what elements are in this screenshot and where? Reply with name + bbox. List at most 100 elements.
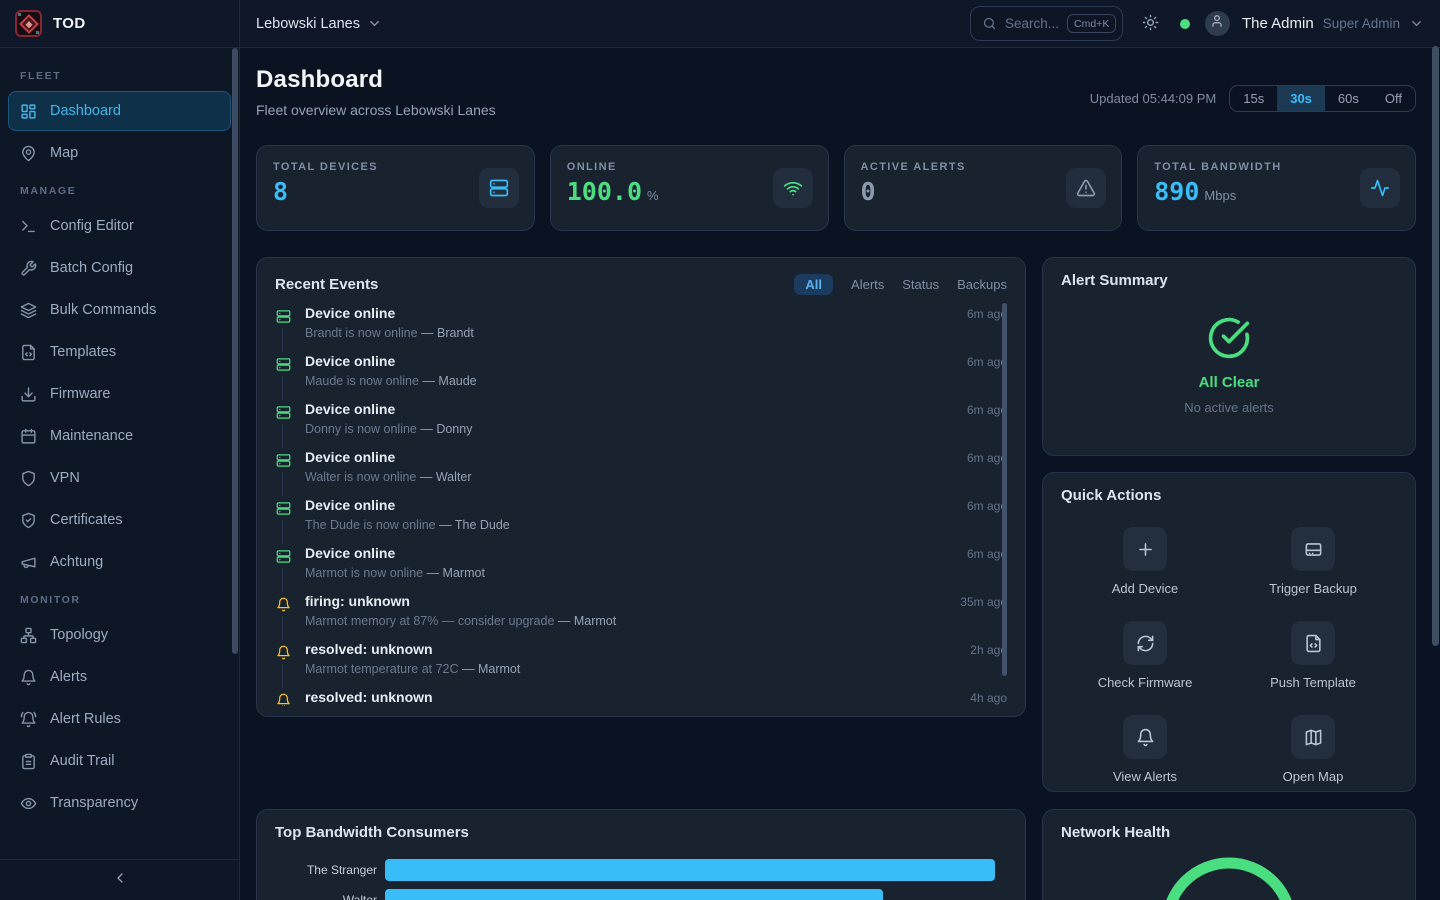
sidebar-section-label-monitor: MONITOR [8,584,231,613]
sidebar-item-dashboard[interactable]: Dashboard [8,91,231,131]
sidebar-item-label: Batch Config [50,260,133,276]
server-icon [275,304,292,328]
quick-action-push-template[interactable]: Push Template [1229,621,1397,690]
sidebar-item-label: VPN [50,470,80,486]
sidebar-item-transparency[interactable]: Transparency [8,783,231,823]
theme-toggle-button[interactable] [1138,10,1163,38]
page-title: Dashboard [256,66,496,94]
sidebar-scrollbar[interactable] [232,48,238,654]
sidebar-item-label: Alerts [50,669,87,685]
main-scrollbar[interactable] [1432,46,1439,646]
sidebar-item-maintenance[interactable]: Maintenance [8,416,231,456]
quick-action-label: View Alerts [1113,769,1177,784]
server-icon [275,448,292,472]
refresh-option-30s[interactable]: 30s [1277,86,1325,111]
server-icon [275,400,292,424]
avatar[interactable] [1205,11,1230,36]
megaphone-icon [20,554,37,571]
sidebar-item-firmware[interactable]: Firmware [8,374,231,414]
sidebar-item-vpn[interactable]: VPN [8,458,231,498]
sidebar-item-config-editor[interactable]: Config Editor [8,206,231,246]
chevron-left-icon [112,870,128,891]
event-time: 6m ago [967,307,1007,321]
sidebar-item-label: Maintenance [50,428,133,444]
sidebar-item-batch-config[interactable]: Batch Config [8,248,231,288]
event-time: 6m ago [967,451,1007,465]
search-icon [982,16,997,31]
sidebar-item-map[interactable]: Map [8,133,231,173]
sidebar-item-achtung[interactable]: Achtung [8,542,231,582]
stat-card-total-devices: TOTAL DEVICES8 [256,145,535,231]
sidebar-section-label-fleet: FLEET [8,60,231,89]
event-message: Walter is now online — Walter [305,470,1007,484]
events-tab-all[interactable]: All [794,274,833,295]
sidebar-section-label-manage: MANAGE [8,175,231,204]
sidebar-item-audit-trail[interactable]: Audit Trail [8,741,231,781]
sidebar-item-label: Firmware [50,386,110,402]
bandwidth-title: Top Bandwidth Consumers [275,824,469,841]
event-row[interactable]: Device online6m agoWalter is now online … [275,448,1007,496]
event-row[interactable]: firing: unknown35m agoMarmot memory at 8… [275,592,1007,640]
chevron-down-icon [367,16,382,31]
event-row[interactable]: resolved: unknown4h ago [275,688,1007,706]
download-icon [20,386,37,403]
event-row[interactable]: resolved: unknown2h agoMarmot temperatur… [275,640,1007,688]
sidebar-item-alert-rules[interactable]: Alert Rules [8,699,231,739]
org-switcher[interactable]: Lebowski Lanes [256,16,382,32]
sidebar-collapse-button[interactable] [0,859,239,900]
sidebar-item-topology[interactable]: Topology [8,615,231,655]
sidebar-item-label: Bulk Commands [50,302,156,318]
event-message: Marmot memory at 87% — consider upgrade … [305,614,1007,628]
sidebar-item-templates[interactable]: Templates [8,332,231,372]
events-tab-backups[interactable]: Backups [957,277,1007,292]
recent-events-title: Recent Events [275,276,378,293]
main-content: Dashboard Fleet overview across Lebowski… [240,48,1440,900]
page-subtitle: Fleet overview across Lebowski Lanes [256,102,496,118]
activity-icon [1360,168,1400,208]
event-message: Maude is now online — Maude [305,374,1007,388]
sidebar-item-bulk-commands[interactable]: Bulk Commands [8,290,231,330]
plus-icon [1123,527,1167,571]
recent-events-tabs: All Alerts Status Backups [794,274,1007,295]
refresh-option-15s[interactable]: 15s [1230,86,1277,111]
quick-action-view-alerts[interactable]: View Alerts [1061,715,1229,784]
file-code-icon [1291,621,1335,665]
sidebar-item-certificates[interactable]: Certificates [8,500,231,540]
stat-cards-row: TOTAL DEVICES8ONLINE100.0%ACTIVE ALERTS0… [256,145,1416,231]
bandwidth-bar-row: The Stranger [275,859,1007,881]
sidebar-item-label: Alert Rules [50,711,121,727]
quick-action-trigger-backup[interactable]: Trigger Backup [1229,527,1397,596]
shield-icon [20,470,37,487]
server-icon [275,544,292,568]
org-name: Lebowski Lanes [256,16,360,32]
quick-action-open-map[interactable]: Open Map [1229,715,1397,784]
quick-action-add-device[interactable]: Add Device [1061,527,1229,596]
events-tab-alerts[interactable]: Alerts [851,277,884,292]
event-time: 35m ago [960,595,1007,609]
event-row[interactable]: Device online6m agoMarmot is now online … [275,544,1007,592]
event-time: 4h ago [970,691,1007,705]
event-row[interactable]: Device online6m agoBrandt is now online … [275,304,1007,352]
event-row[interactable]: Device online6m agoMaude is now online —… [275,352,1007,400]
quick-action-label: Open Map [1283,769,1344,784]
search-input[interactable]: Search... Cmd+K [970,6,1123,41]
sidebar-item-alerts[interactable]: Alerts [8,657,231,697]
bell-icon [275,688,292,706]
user-menu-chevron-down-icon[interactable] [1409,16,1424,31]
sidebar: FLEETDashboardMapMANAGEConfig Editor Batc… [0,48,240,900]
event-row[interactable]: Device online6m agoDonny is now online —… [275,400,1007,448]
stat-value: 890 [1154,177,1199,206]
user-icon [1210,14,1224,33]
refresh-option-off[interactable]: Off [1372,86,1415,111]
events-scrollbar[interactable] [1002,303,1007,676]
bell-icon [275,640,292,664]
user-role: Super Admin [1323,16,1400,31]
dashboard-icon [20,103,37,120]
refresh-option-60s[interactable]: 60s [1325,86,1372,111]
quick-action-label: Push Template [1270,675,1356,690]
events-tab-status[interactable]: Status [902,277,939,292]
map-icon [1291,715,1335,759]
event-row[interactable]: Device online6m agoThe Dude is now onlin… [275,496,1007,544]
quick-action-check-firmware[interactable]: Check Firmware [1061,621,1229,690]
event-title: Device online [305,496,395,514]
